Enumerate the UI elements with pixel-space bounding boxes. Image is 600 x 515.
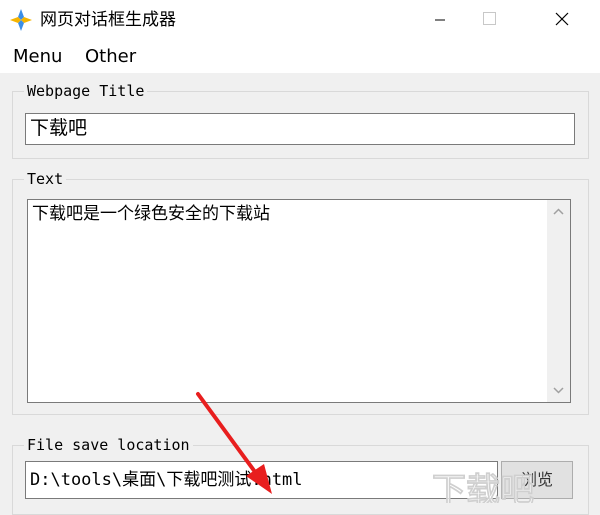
close-button[interactable] xyxy=(538,0,584,40)
annotation-arrow-icon xyxy=(196,392,272,494)
minimize-icon xyxy=(435,19,445,21)
scroll-down-icon[interactable] xyxy=(547,378,570,402)
window-title: 网页对话框生成器 xyxy=(40,10,176,30)
maximize-icon xyxy=(483,12,496,25)
menu-other[interactable]: Other xyxy=(85,46,136,68)
text-area[interactable]: 下载吧是一个绿色安全的下载站 xyxy=(27,199,571,403)
text-scrollbar[interactable] xyxy=(547,200,570,402)
title-bar[interactable]: 网页对话框生成器 xyxy=(0,0,600,40)
webpage-title-label: Webpage Title xyxy=(24,82,148,100)
watermark-logo-icon: 下载吧 xyxy=(432,471,535,503)
svg-text:下载吧: 下载吧 xyxy=(432,471,534,503)
app-logo-icon xyxy=(10,9,32,31)
text-label: Text xyxy=(24,170,67,188)
file-save-label: File save location xyxy=(24,436,193,454)
scroll-up-icon[interactable] xyxy=(547,200,570,224)
webpage-title-input[interactable]: 下载吧 xyxy=(25,113,575,145)
menu-menu[interactable]: Menu xyxy=(13,46,62,68)
maximize-button[interactable] xyxy=(462,0,508,40)
text-area-content: 下载吧是一个绿色安全的下载站 xyxy=(32,204,270,224)
minimize-button[interactable] xyxy=(416,0,462,40)
menu-bar: Menu Other xyxy=(0,40,600,73)
close-icon xyxy=(555,12,569,26)
